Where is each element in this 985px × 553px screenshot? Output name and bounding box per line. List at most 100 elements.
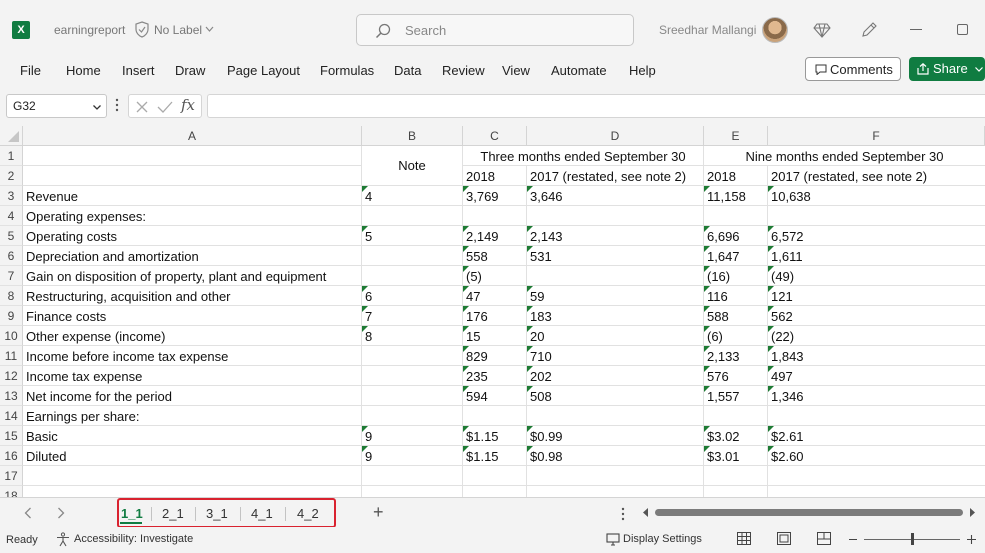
cell-e15[interactable]: $3.02 <box>704 426 767 446</box>
cell-f13[interactable]: 1,346 <box>768 386 985 406</box>
header-e2[interactable]: 2018 <box>704 166 767 186</box>
row-header-7[interactable]: 7 <box>0 266 23 286</box>
more-options-icon[interactable] <box>621 507 625 521</box>
cell-c3[interactable]: 3,769 <box>463 186 526 206</box>
row-header-14[interactable]: 14 <box>0 406 23 426</box>
cell-a3[interactable]: Revenue <box>23 186 361 206</box>
cancel-icon[interactable] <box>135 100 149 114</box>
column-header-c[interactable]: C <box>463 126 527 146</box>
cell-a14[interactable]: Earnings per share: <box>23 406 361 426</box>
cell-c11[interactable]: 829 <box>463 346 526 366</box>
tab-1-1[interactable]: 1_1 <box>121 506 143 521</box>
cell-a16[interactable]: Diluted <box>23 446 361 466</box>
row-header-16[interactable]: 16 <box>0 446 23 466</box>
diamond-icon[interactable] <box>813 21 831 39</box>
cell-f6[interactable]: 1,611 <box>768 246 985 266</box>
menu-draw[interactable]: Draw <box>175 63 205 78</box>
row-header-5[interactable]: 5 <box>0 226 23 246</box>
row-header-15[interactable]: 15 <box>0 426 23 446</box>
row-header-13[interactable]: 13 <box>0 386 23 406</box>
row-header-1[interactable]: 1 <box>0 146 23 166</box>
cell-c9[interactable]: 176 <box>463 306 526 326</box>
add-sheet-button[interactable]: + <box>373 502 384 523</box>
normal-view-icon[interactable] <box>737 532 751 545</box>
menu-review[interactable]: Review <box>442 63 485 78</box>
checkmark-icon[interactable] <box>157 100 173 114</box>
cell-d6[interactable]: 531 <box>527 246 703 266</box>
cell-f11[interactable]: 1,843 <box>768 346 985 366</box>
menu-insert[interactable]: Insert <box>122 63 155 78</box>
row-header-12[interactable]: 12 <box>0 366 23 386</box>
cell-c6[interactable]: 558 <box>463 246 526 266</box>
chevron-down-icon[interactable] <box>205 26 214 32</box>
menu-data[interactable]: Data <box>394 63 421 78</box>
chevron-down-icon[interactable] <box>975 67 983 72</box>
cell-c7[interactable]: (5) <box>463 266 526 286</box>
cell-d3[interactable]: 3,646 <box>527 186 703 206</box>
cell-a10[interactable]: Other expense (income) <box>23 326 361 346</box>
column-header-e[interactable]: E <box>704 126 768 146</box>
more-options-icon[interactable] <box>115 98 119 112</box>
zoom-in-button[interactable] <box>967 535 976 544</box>
header-c2[interactable]: 2018 <box>463 166 526 186</box>
file-name[interactable]: earningreport <box>54 23 125 37</box>
cell-a7[interactable]: Gain on disposition of property, plant a… <box>23 266 361 286</box>
cell-e12[interactable]: 576 <box>704 366 767 386</box>
tab-2-1[interactable]: 2_1 <box>162 506 184 521</box>
cell-e11[interactable]: 2,133 <box>704 346 767 366</box>
cell-f10[interactable]: (22) <box>768 326 985 346</box>
row-header-11[interactable]: 11 <box>0 346 23 366</box>
formula-input[interactable] <box>207 94 985 118</box>
header-nine-months[interactable]: Nine months ended September 30 <box>704 146 985 166</box>
cell-a15[interactable]: Basic <box>23 426 361 446</box>
menu-page-layout[interactable]: Page Layout <box>227 63 300 78</box>
cell-c13[interactable]: 594 <box>463 386 526 406</box>
maximize-icon[interactable] <box>957 24 968 35</box>
cell-a9[interactable]: Finance costs <box>23 306 361 326</box>
row-header-6[interactable]: 6 <box>0 246 23 266</box>
cell-d16[interactable]: $0.98 <box>527 446 703 466</box>
cell-e9[interactable]: 588 <box>704 306 767 326</box>
cell-f9[interactable]: 562 <box>768 306 985 326</box>
cell-e13[interactable]: 1,557 <box>704 386 767 406</box>
cell-a12[interactable]: Income tax expense <box>23 366 361 386</box>
share-button[interactable]: Share <box>909 57 985 81</box>
select-all-button[interactable] <box>0 126 23 146</box>
page-layout-view-icon[interactable] <box>777 532 791 545</box>
cell-e7[interactable]: (16) <box>704 266 767 286</box>
spreadsheet-grid[interactable]: A B C D E F 1 2 3 4 5 6 7 8 9 10 11 12 1… <box>0 126 985 497</box>
tab-4-1[interactable]: 4_1 <box>251 506 273 521</box>
avatar[interactable] <box>762 17 788 43</box>
minimize-icon[interactable] <box>910 29 922 30</box>
column-header-a[interactable]: A <box>23 126 362 146</box>
cell-d13[interactable]: 508 <box>527 386 703 406</box>
cell-c5[interactable]: 2,149 <box>463 226 526 246</box>
zoom-out-button[interactable] <box>849 539 857 540</box>
cell-d9[interactable]: 183 <box>527 306 703 326</box>
name-box[interactable]: G32 <box>6 94 107 118</box>
menu-file[interactable]: File <box>20 63 41 78</box>
cell-e3[interactable]: 11,158 <box>704 186 767 206</box>
cell-b15[interactable]: 9 <box>362 426 462 446</box>
cell-a6[interactable]: Depreciation and amortization <box>23 246 361 266</box>
cell-e16[interactable]: $3.01 <box>704 446 767 466</box>
scroll-right-icon[interactable] <box>969 508 975 517</box>
cell-d8[interactable]: 59 <box>527 286 703 306</box>
cell-d11[interactable]: 710 <box>527 346 703 366</box>
row-header-17[interactable]: 17 <box>0 466 23 486</box>
search-box[interactable]: Search <box>356 14 634 46</box>
column-header-b[interactable]: B <box>362 126 463 146</box>
cell-d12[interactable]: 202 <box>527 366 703 386</box>
cell-b5[interactable]: 5 <box>362 226 462 246</box>
user-name[interactable]: Sreedhar Mallangi <box>659 23 756 37</box>
row-header-10[interactable]: 10 <box>0 326 23 346</box>
cell-f12[interactable]: 497 <box>768 366 985 386</box>
cell-c16[interactable]: $1.15 <box>463 446 526 466</box>
column-header-d[interactable]: D <box>527 126 704 146</box>
comments-button[interactable]: Comments <box>805 57 901 81</box>
header-d2[interactable]: 2017 (restated, see note 2) <box>527 166 703 186</box>
cell-f8[interactable]: 121 <box>768 286 985 306</box>
column-header-f[interactable]: F <box>768 126 985 146</box>
display-settings[interactable]: Display Settings <box>623 533 702 545</box>
accessibility-status[interactable]: Accessibility: Investigate <box>74 533 193 545</box>
